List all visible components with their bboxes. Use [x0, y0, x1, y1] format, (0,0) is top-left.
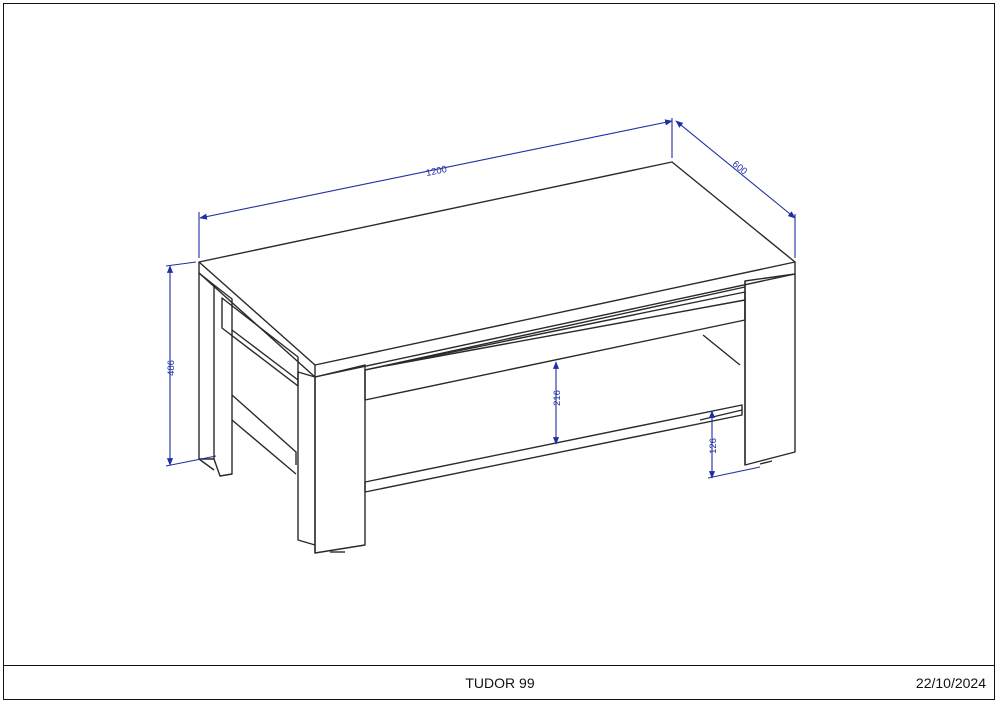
dim-depth-label: 600: [730, 159, 749, 178]
drawing-date: 22/10/2024: [915, 675, 986, 691]
back-left-leg: [198, 272, 215, 460]
front-left-leg: [297, 371, 316, 546]
front-apron: [364, 291, 746, 401]
dim-shelf-height-label: 126: [708, 438, 719, 454]
table-top-front-edge: [198, 262, 796, 378]
dim-height-label: 486: [166, 360, 177, 376]
drawing-sheet: 1200 600 486 216 126 TUDOR 99 22/10/2024: [0, 0, 1000, 703]
dimension-labels: 1200 600 486 216 126: [166, 159, 749, 454]
lower-shelf: [364, 404, 743, 493]
left-apron: [221, 297, 299, 387]
table-top-surface: [198, 161, 796, 366]
product-name: TUDOR 99: [465, 675, 535, 691]
front-right-leg: [744, 273, 796, 466]
dim-width-label: 1200: [425, 164, 448, 179]
left-shelf: [231, 394, 297, 465]
coffee-table-drawing: 1200 600 486 216 126: [165, 118, 796, 554]
dim-shelf-gap-label: 216: [552, 390, 563, 406]
table-outline: [198, 161, 796, 554]
